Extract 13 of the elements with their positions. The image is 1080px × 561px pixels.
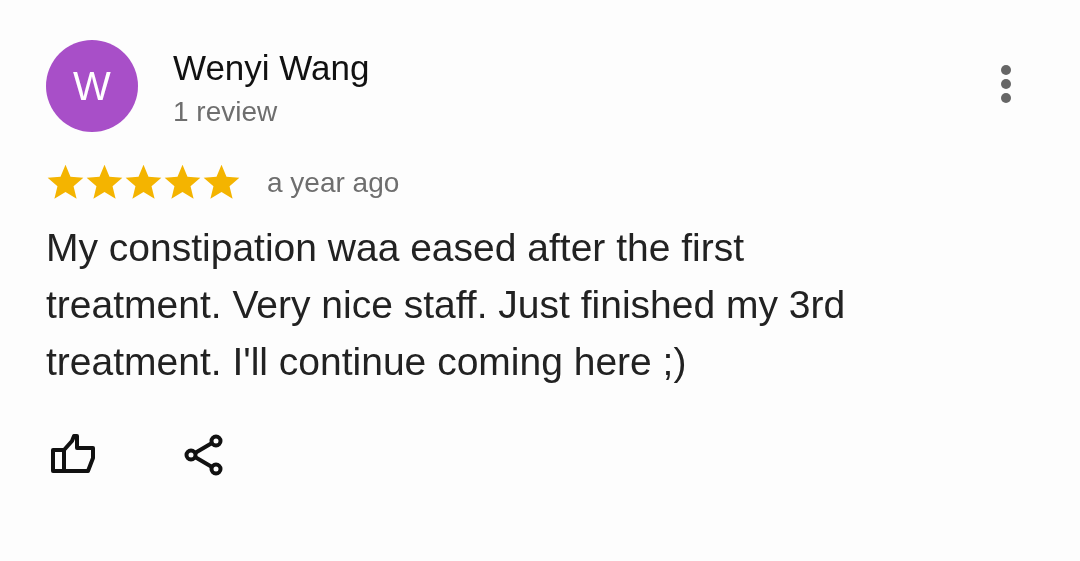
share-icon[interactable] [184,434,224,476]
thumbs-up-icon[interactable] [50,434,96,476]
review-date: a year ago [267,166,400,199]
avatar: W [46,40,138,132]
star-icon [163,164,202,201]
star-icon [46,164,85,201]
more-options-icon[interactable] [1000,64,1012,104]
star-icon [85,164,124,201]
review-text: My constipation waa eased after the first treatment. Very nice staff. Just finished my 3rd treatment. I'll continue coming here ;) [46,225,847,385]
star-icon [124,164,163,201]
reviewer-name: Wenyi Wang [173,47,370,89]
star-icon [202,164,241,201]
review-count: 1 review [173,95,279,129]
